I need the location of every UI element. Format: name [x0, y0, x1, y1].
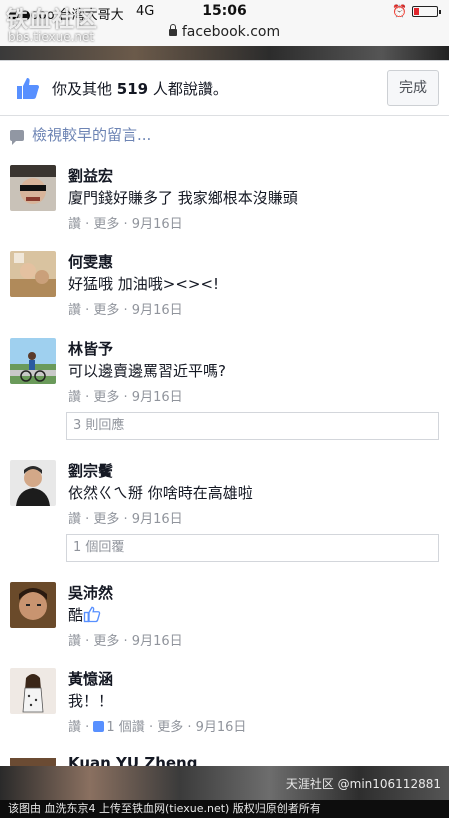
battery-icon	[412, 6, 441, 17]
avatar[interactable]	[10, 165, 56, 211]
alarm-clock-icon: ⏰	[392, 4, 407, 18]
comment-author[interactable]: 黃憶涵	[68, 668, 113, 689]
like-emoticon-icon	[83, 606, 101, 623]
comment-actions[interactable]: 讚 · 更多 · 9月16日	[68, 508, 183, 527]
thumbs-up-icon	[17, 78, 39, 99]
done-button[interactable]: 完成	[387, 70, 439, 106]
likes-summary-text[interactable]: 你及其他 519 人都說讚。	[52, 78, 228, 99]
likes-count: 519	[116, 80, 149, 98]
url-domain: facebook.com	[181, 24, 281, 40]
avatar[interactable]	[10, 338, 56, 384]
avatar[interactable]	[10, 582, 56, 628]
comment-actions[interactable]: 讚 · 更多 · 9月16日	[68, 299, 183, 318]
view-replies-button[interactable]: 3 則回應	[66, 412, 439, 440]
comment-text: 好猛哦 加油哦><><!	[68, 275, 220, 293]
comment-text: 可以邊賣邊罵習近平嗎?	[68, 362, 226, 380]
comment-author[interactable]: 林皆予	[68, 338, 113, 359]
comment-text: 依然ㄍㄟ掰 你啥時在高雄啦	[68, 484, 253, 502]
comment-actions[interactable]: 讚 · 更多 · 9月16日	[68, 630, 183, 649]
comment-actions[interactable]: 讚 · 更多 · 9月16日	[68, 213, 183, 232]
comment-bubble-icon	[10, 130, 24, 145]
like-count-icon	[93, 721, 105, 732]
comment-author[interactable]: 劉益宏	[68, 165, 113, 186]
comment-author[interactable]: 劉宗鬢	[68, 460, 113, 481]
avatar[interactable]	[10, 251, 56, 297]
background-image-strip	[0, 46, 449, 60]
watermark-url: bbs.tiexue.net	[8, 30, 95, 44]
view-previous-comments-link[interactable]: 檢視較早的留言...	[10, 124, 151, 145]
upload-credit-footer: 该图由 血洗东京4 上传至铁血网(tiexue.net) 版权归原创者所有	[0, 800, 449, 818]
avatar[interactable]	[10, 668, 56, 714]
comment-author[interactable]: 何雯惠	[68, 251, 113, 272]
comment-actions[interactable]: 讚 · 1 個讚 · 更多 · 9月16日	[68, 716, 246, 735]
watermark-credit: 天涯社区 @min106112881	[285, 777, 441, 791]
comment-author[interactable]: 吳沛然	[68, 582, 113, 603]
comment-text: 我！！	[68, 692, 114, 710]
comment-like-count[interactable]: 1 個讚	[106, 720, 144, 735]
comment-text: 廈門錢好賺多了 我家鄉根本沒賺頭	[68, 189, 298, 207]
avatar[interactable]	[10, 460, 56, 506]
view-replies-button[interactable]: 1 個回覆	[66, 534, 439, 562]
likes-and-comments-panel: 你及其他 519 人都說讚。 完成 檢視較早的留言... 劉益宏 廈門錢好賺多了…	[0, 60, 449, 767]
likes-summary-bar: 你及其他 519 人都說讚。 完成	[0, 61, 449, 116]
comment-actions[interactable]: 讚 · 更多 · 9月16日	[68, 386, 183, 405]
lock-icon	[168, 24, 177, 36]
comment-text: 酷	[68, 604, 101, 625]
